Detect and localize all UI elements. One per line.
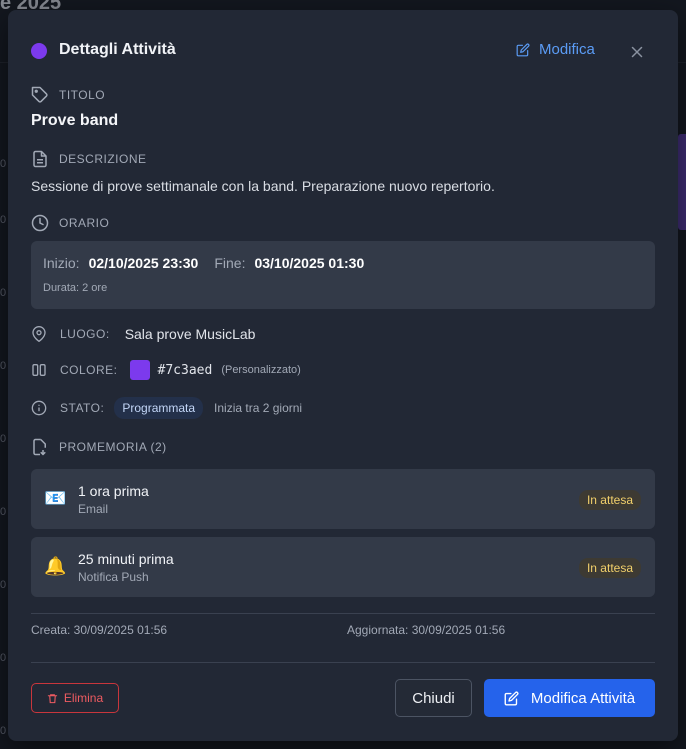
modal-title: Dettagli Attività — [59, 41, 176, 58]
location-row: LUOGO: Sala prove MusicLab — [31, 326, 255, 342]
edit-link[interactable]: Modifica — [516, 41, 595, 58]
location-value: Sala prove MusicLab — [124, 326, 256, 342]
reminders-section-label: PROMEMORIA (2) — [31, 438, 167, 456]
map-pin-icon — [32, 326, 46, 342]
palette-icon — [32, 364, 46, 376]
color-hex: #7c3aed — [157, 362, 213, 378]
updated-timestamp: Aggiornata: 30/09/2025 01:56 — [347, 623, 506, 637]
clock-icon — [31, 214, 49, 232]
reminder-title: 1 ora prima — [78, 483, 149, 499]
reminder-channel: Email — [78, 502, 109, 516]
close-icon — [631, 46, 643, 58]
reminder-item[interactable]: 📧 1 ora prima Email In attesa — [31, 469, 655, 529]
activity-color-dot — [31, 43, 47, 59]
close-dialog-button[interactable]: Chiudi — [395, 679, 472, 717]
created-timestamp: Creata: 30/09/2025 01:56 — [31, 623, 168, 637]
activity-title: Prove band — [31, 112, 119, 129]
duration-text: Durata: 2 ore — [43, 282, 108, 294]
delete-button-label: Elimina — [63, 691, 104, 705]
document-icon — [33, 150, 47, 168]
reminder-file-icon — [33, 438, 46, 456]
time-details-box: Inizio: 02/10/2025 23:30 Fine: 03/10/202… — [31, 241, 655, 309]
divider — [31, 613, 655, 614]
edit-activity-button-label: Modifica Attività — [530, 689, 636, 707]
activity-details-modal: Dettagli Attività Modifica TITOLO Prove … — [8, 10, 678, 741]
color-note: (Personalizzato) — [221, 364, 301, 376]
reminder-status-badge: In attesa — [578, 558, 641, 578]
time-range: Inizio: 02/10/2025 23:30 Fine: 03/10/202… — [43, 255, 380, 271]
edit-link-label: Modifica — [539, 41, 595, 58]
color-row: COLORE: #7c3aed (Personalizzato) — [31, 360, 301, 380]
edit-activity-button[interactable]: Modifica Attività — [484, 679, 655, 717]
time-section-label: ORARIO — [31, 214, 109, 232]
reminder-status-badge: In attesa — [578, 490, 641, 510]
email-icon: 📧 — [44, 488, 67, 508]
reminder-channel: Notifica Push — [78, 570, 149, 584]
description-section-label: DESCRIZIONE — [31, 150, 147, 168]
start-label: Inizio: — [43, 255, 80, 271]
tag-icon — [31, 86, 48, 103]
divider — [31, 662, 655, 663]
reminders-label-text: PROMEMORIA (2) — [59, 440, 167, 454]
status-note: Inizia tra 2 giorni — [214, 401, 303, 415]
status-row: STATO: Programmata Inizia tra 2 giorni — [31, 397, 302, 419]
reminder-title: 25 minuti prima — [78, 551, 174, 567]
start-value: 02/10/2025 23:30 — [88, 255, 199, 271]
close-button[interactable] — [628, 43, 646, 61]
end-label: Fine: — [214, 255, 246, 271]
activity-description: Sessione di prove settimanale con la ban… — [31, 178, 495, 194]
color-swatch — [129, 360, 150, 380]
status-label: STATO: — [60, 401, 105, 415]
description-label-text: DESCRIZIONE — [59, 152, 147, 166]
title-label-text: TITOLO — [59, 88, 106, 102]
delete-button[interactable]: Elimina — [31, 683, 119, 713]
trash-icon — [47, 693, 57, 703]
info-icon — [31, 400, 47, 416]
color-label: COLORE: — [60, 363, 118, 377]
location-label: LUOGO: — [60, 327, 110, 341]
edit-icon — [516, 43, 530, 56]
end-value: 03/10/2025 01:30 — [254, 255, 365, 271]
time-label-text: ORARIO — [59, 216, 110, 230]
edit-icon — [504, 691, 519, 705]
status-badge: Programmata — [114, 397, 204, 419]
reminder-item[interactable]: 🔔 25 minuti prima Notifica Push In attes… — [31, 537, 655, 597]
bell-icon: 🔔 — [44, 556, 67, 576]
title-section-label: TITOLO — [31, 86, 105, 104]
